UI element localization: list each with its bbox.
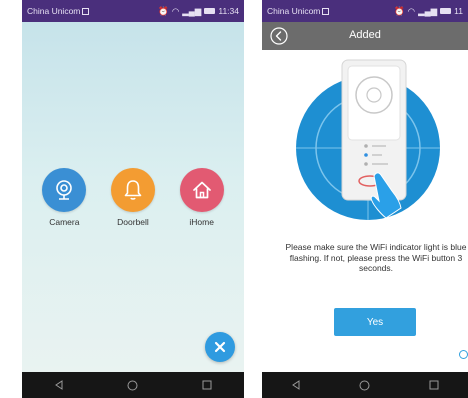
bell-icon — [110, 168, 155, 212]
close-icon — [214, 341, 226, 353]
back-icon[interactable] — [291, 380, 301, 390]
sim-icon — [322, 8, 330, 16]
doorbell-option[interactable]: Doorbell — [103, 168, 163, 227]
recents-icon[interactable] — [429, 380, 439, 390]
battery-icon — [440, 8, 452, 14]
back-icon[interactable] — [54, 380, 64, 390]
wifi-indicator-led — [364, 153, 368, 157]
sim-icon — [82, 8, 90, 16]
help-icon[interactable] — [459, 350, 468, 359]
status-time: 11:34 — [218, 6, 239, 16]
setup-instruction-panel: Please make sure the WiFi indicator ligh… — [262, 50, 468, 372]
led-caption-2 — [372, 154, 382, 156]
wifi-instruction-text: Please make sure the WiFi indicator ligh… — [285, 242, 467, 274]
system-nav-bar — [262, 372, 468, 398]
alarm-icon: ⏰ — [158, 5, 169, 16]
alarm-icon: ⏰ — [394, 5, 405, 16]
ihome-label: iHome — [189, 217, 214, 227]
signal-icon: ▂▄▆ — [418, 5, 438, 16]
close-button[interactable] — [205, 332, 235, 362]
carrier-label: China Unicom — [27, 6, 158, 16]
app-header: Added — [262, 22, 468, 50]
camera-icon — [42, 168, 87, 212]
home-icon — [179, 168, 224, 212]
system-nav-bar — [22, 372, 244, 398]
left-phone-screen: China Unicom ⏰ ◠ ▂▄▆ 11:34 Camera Doorbe… — [22, 0, 244, 398]
page-title: Added — [349, 29, 381, 41]
status-bar: China Unicom ⏰ ◠ ▂▄▆ 11 — [262, 0, 468, 22]
carrier-label: China Unicom — [267, 6, 394, 16]
led-caption-1 — [372, 145, 386, 147]
yes-button[interactable]: Yes — [334, 308, 416, 336]
doorbell-label: Doorbell — [117, 217, 149, 227]
ihome-option[interactable]: iHome — [172, 168, 232, 227]
device-type-list: Camera Doorbell iHome — [22, 168, 244, 227]
indicator-led-1 — [364, 144, 368, 148]
led-caption-3 — [372, 163, 388, 165]
status-time: 11 — [454, 6, 463, 16]
recents-icon[interactable] — [202, 380, 212, 390]
device-type-picker: Camera Doorbell iHome — [22, 22, 244, 372]
camera-option[interactable]: Camera — [34, 168, 94, 227]
wifi-icon: ◠ — [407, 5, 416, 16]
battery-icon — [204, 8, 216, 14]
right-phone-screen: China Unicom ⏰ ◠ ▂▄▆ 11 Added Please mak… — [262, 0, 468, 398]
indicator-led-3 — [364, 162, 368, 166]
camera-label: Camera — [49, 217, 80, 227]
wifi-icon: ◠ — [171, 5, 180, 16]
signal-icon: ▂▄▆ — [182, 5, 202, 16]
home-circle-icon[interactable] — [127, 380, 138, 391]
status-bar: China Unicom ⏰ ◠ ▂▄▆ 11:34 — [22, 0, 244, 22]
home-circle-icon[interactable] — [359, 380, 370, 391]
device-wifi-illustration — [296, 59, 440, 220]
